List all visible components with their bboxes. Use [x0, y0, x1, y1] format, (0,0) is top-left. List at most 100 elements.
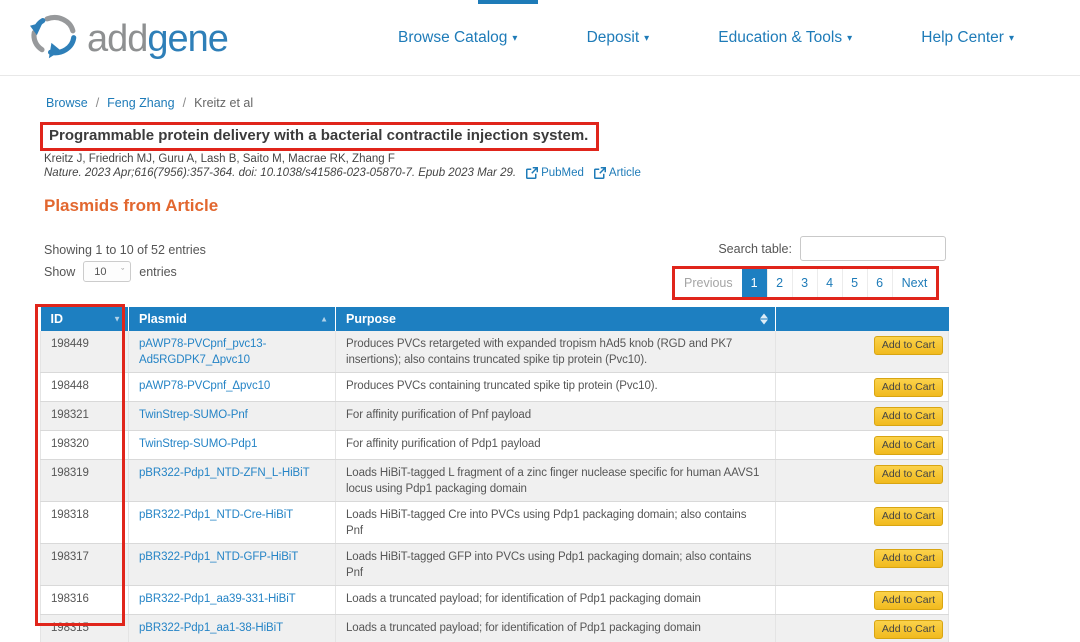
logo-text-gene: gene	[147, 18, 228, 60]
plasmid-link-198319[interactable]: pBR322-Pdp1_NTD-ZFN_L-HiBiT	[139, 467, 310, 479]
pubmed-link[interactable]: PubMed	[520, 167, 584, 179]
pagination-page-3[interactable]: 3	[792, 269, 817, 297]
breadcrumb-item-browse[interactable]: Browse	[46, 96, 88, 110]
sort-both-icon	[760, 314, 768, 325]
table-row: 198315pBR322-Pdp1_aa1-38-HiBiTLoads a tr…	[41, 615, 949, 642]
caret-down-icon: ▾	[1009, 33, 1014, 44]
breadcrumb-separator: /	[183, 96, 186, 110]
cell-id: 198318	[41, 502, 129, 544]
cell-id: 198448	[41, 373, 129, 402]
plasmid-link-198316[interactable]: pBR322-Pdp1_aa39-331-HiBiT	[139, 593, 296, 605]
breadcrumb-item-feng-zhang[interactable]: Feng Zhang	[107, 96, 174, 110]
nav-label: Help Center	[921, 29, 1004, 47]
page-size-control: Show 10 ˇ entries	[44, 261, 177, 282]
cell-id: 198319	[41, 460, 129, 502]
column-header-plasmid[interactable]: Plasmid▲	[129, 307, 336, 331]
column-header-id[interactable]: ID▼	[41, 307, 129, 331]
pagination-page-2[interactable]: 2	[767, 269, 792, 297]
breadcrumb: Browse/Feng Zhang/Kreitz et al	[46, 96, 253, 110]
plasmid-link-198318[interactable]: pBR322-Pdp1_NTD-Cre-HiBiT	[139, 509, 293, 521]
logo-text-add: add	[87, 18, 147, 60]
page-size-select[interactable]: 10 ˇ	[83, 261, 131, 282]
add-to-cart-button[interactable]: Add to Cart	[874, 378, 943, 397]
main-nav: Browse Catalog▾Deposit▾Education & Tools…	[398, 0, 1014, 76]
table-header-row: ID▼Plasmid▲Purpose	[41, 307, 949, 331]
cell-plasmid: TwinStrep-SUMO-Pdp1	[129, 431, 336, 460]
nav-label: Deposit	[587, 29, 640, 47]
pagination-next[interactable]: Next	[892, 269, 937, 297]
add-to-cart-button[interactable]: Add to Cart	[874, 620, 943, 639]
cell-action: Add to Cart	[776, 586, 949, 615]
page-size-value: 10	[94, 266, 106, 278]
external-link-icon	[594, 167, 606, 179]
cell-purpose: Produces PVCs containing truncated spike…	[336, 373, 776, 402]
sort-asc-icon: ▲	[320, 315, 328, 324]
nav-label: Education & Tools	[718, 29, 842, 47]
plasmid-link-198321[interactable]: TwinStrep-SUMO-Pnf	[139, 409, 248, 421]
nav-deposit[interactable]: Deposit ▾	[587, 29, 650, 47]
table-row: 198320TwinStrep-SUMO-Pdp1For affinity pu…	[41, 431, 949, 460]
caret-down-icon: ▾	[847, 33, 852, 44]
cell-action: Add to Cart	[776, 544, 949, 586]
showing-entries-text: Showing 1 to 10 of 52 entries	[44, 243, 206, 257]
pagination-page-4[interactable]: 4	[817, 269, 842, 297]
plasmids-table: ID▼Plasmid▲Purpose 198449 pAWP78-PVCpnf_p…	[40, 307, 949, 642]
add-to-cart-button[interactable]: Add to Cart	[874, 549, 943, 568]
cell-plasmid: pBR322-Pdp1_aa39-331-HiBiT	[129, 586, 336, 615]
chevron-down-icon: ˇ	[121, 267, 124, 277]
add-to-cart-button[interactable]: Add to Cart	[874, 507, 943, 526]
add-to-cart-button[interactable]: Add to Cart	[874, 465, 943, 484]
cell-purpose: For affinity purification of Pnf payload	[336, 402, 776, 431]
pagination-page-6[interactable]: 6	[867, 269, 892, 297]
nav-education-tools[interactable]: Education & Tools ▾	[718, 29, 852, 47]
article-authors: Kreitz J, Friedrich MJ, Guru A, Lash B, …	[44, 153, 395, 165]
column-header-purpose[interactable]: Purpose	[336, 307, 776, 331]
nav-help-center[interactable]: Help Center ▾	[921, 29, 1014, 47]
cell-purpose: Loads a truncated payload; for identific…	[336, 615, 776, 642]
cell-plasmid: pBR322-Pdp1_NTD-GFP-HiBiT	[129, 544, 336, 586]
citation-text: Nature. 2023 Apr;616(7956):357-364. doi:…	[44, 167, 516, 179]
table-row: 198316pBR322-Pdp1_aa39-331-HiBiTLoads a …	[41, 586, 949, 615]
article-link[interactable]: Article	[588, 167, 641, 179]
cell-action: Add to Cart	[776, 402, 949, 431]
cell-plasmid: pBR322-Pdp1_aa1-38-HiBiT	[129, 615, 336, 642]
cell-id: 198317	[41, 544, 129, 586]
plasmid-link-198315[interactable]: pBR322-Pdp1_aa1-38-HiBiT	[139, 622, 283, 634]
plasmid-link-198320[interactable]: TwinStrep-SUMO-Pdp1	[139, 438, 257, 450]
pagination-page-1[interactable]: 1	[742, 269, 767, 297]
cell-action: Add to Cart	[776, 373, 949, 402]
table-row: 198319 pBR322-Pdp1_NTD-ZFN_L-HiBiT Loads H…	[41, 460, 949, 502]
cell-action: Add to Cart	[776, 615, 949, 642]
external-link-icon	[526, 167, 538, 179]
nav-browse-catalog[interactable]: Browse Catalog▾	[398, 29, 517, 47]
cell-plasmid: pAWP78-PVCpnf_pvc13-Ad5RGDPK7_Δpvc10	[129, 331, 336, 373]
plasmid-link-198317[interactable]: pBR322-Pdp1_NTD-GFP-HiBiT	[139, 551, 298, 563]
site-header: addgene Browse Catalog▾Deposit▾Education…	[0, 0, 1080, 76]
plasmid-link-198449[interactable]: pAWP78-PVCpnf_pvc13-Ad5RGDPK7_Δpvc10	[139, 338, 266, 366]
add-to-cart-button[interactable]: Add to Cart	[874, 436, 943, 455]
add-to-cart-button[interactable]: Add to Cart	[874, 591, 943, 610]
pagination-page-5[interactable]: 5	[842, 269, 867, 297]
pagination: Previous123456Next	[675, 269, 936, 297]
pagination-previous[interactable]: Previous	[675, 269, 742, 297]
table-row: 198317pBR322-Pdp1_NTD-GFP-HiBiTLoads HiB…	[41, 544, 949, 586]
cell-purpose: For affinity purification of Pdp1 payloa…	[336, 431, 776, 460]
entries-label: entries	[139, 265, 177, 279]
search-input[interactable]	[800, 236, 946, 261]
cell-purpose: Loads HiBiT-tagged Cre into PVCs using P…	[336, 502, 776, 544]
page: addgene Browse Catalog▾Deposit▾Education…	[0, 0, 1080, 642]
add-to-cart-button[interactable]: Add to Cart	[874, 336, 943, 355]
add-to-cart-button[interactable]: Add to Cart	[874, 407, 943, 426]
cell-plasmid: pBR322-Pdp1_NTD-ZFN_L-HiBiT	[129, 460, 336, 502]
caret-down-icon: ▾	[644, 33, 649, 44]
cell-id: 198449	[41, 331, 129, 373]
addgene-logo[interactable]: addgene	[28, 12, 228, 65]
cell-plasmid: pBR322-Pdp1_NTD-Cre-HiBiT	[129, 502, 336, 544]
breadcrumb-separator: /	[96, 96, 99, 110]
column-label: ID	[51, 312, 64, 326]
top-accent-bar	[478, 0, 538, 4]
cell-purpose: Loads HiBiT-tagged L fragment of a zinc …	[336, 460, 776, 502]
annotation-box-title: Programmable protein delivery with a bac…	[40, 122, 599, 151]
cell-action: Add to Cart	[776, 502, 949, 544]
plasmid-link-198448[interactable]: pAWP78-PVCpnf_Δpvc10	[139, 380, 270, 392]
